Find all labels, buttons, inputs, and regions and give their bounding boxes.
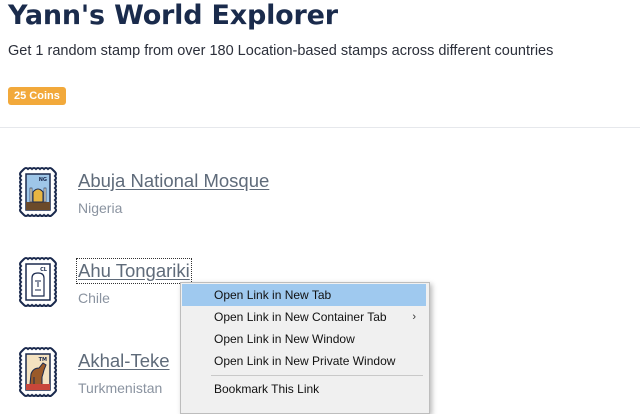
stamp-code: TM xyxy=(39,357,47,363)
menu-item-label: Open Link in New Tab xyxy=(214,288,332,302)
menu-item-label: Open Link in New Window xyxy=(214,332,355,346)
list-item: NG Abuja National Mosque Nigeria xyxy=(18,166,418,226)
context-menu: Open Link in New Tab Open Link in New Co… xyxy=(180,282,430,414)
stamp-link[interactable]: Ahu Tongariki xyxy=(76,258,192,284)
menu-item-open-container-tab[interactable]: Open Link in New Container Tab › xyxy=(182,306,426,328)
chevron-right-icon: › xyxy=(412,311,416,323)
divider xyxy=(0,127,640,128)
menu-item-label: Open Link in New Private Window xyxy=(214,354,396,368)
coins-badge: 25 Coins xyxy=(8,87,66,105)
menu-separator xyxy=(211,375,423,376)
stamp-link[interactable]: Akhal-Teke xyxy=(78,350,170,372)
stamp-code: CL xyxy=(40,267,48,273)
mosque-stamp-icon: NG xyxy=(18,166,58,218)
menu-item-label: Open Link in New Container Tab xyxy=(214,310,387,324)
page-subtitle: Get 1 random stamp from over 180 Locatio… xyxy=(8,43,554,59)
menu-item-label: Bookmark This Link xyxy=(214,382,320,396)
stamp-link[interactable]: Abuja National Mosque xyxy=(78,170,269,192)
stamp-country: Turkmenistan xyxy=(78,380,163,396)
stamp-country: Nigeria xyxy=(78,200,123,216)
moai-stamp-icon: CL xyxy=(18,256,58,308)
page-title: Yann's World Explorer xyxy=(8,0,338,31)
menu-item-bookmark-link[interactable]: Bookmark This Link xyxy=(182,378,426,400)
menu-item-open-private-window[interactable]: Open Link in New Private Window xyxy=(182,350,426,372)
horse-stamp-icon: TM xyxy=(18,346,58,398)
menu-item-open-new-window[interactable]: Open Link in New Window xyxy=(182,328,426,350)
menu-item-open-new-tab[interactable]: Open Link in New Tab xyxy=(182,284,426,306)
stamp-country: Chile xyxy=(78,290,110,306)
stamp-code: NG xyxy=(39,177,47,183)
